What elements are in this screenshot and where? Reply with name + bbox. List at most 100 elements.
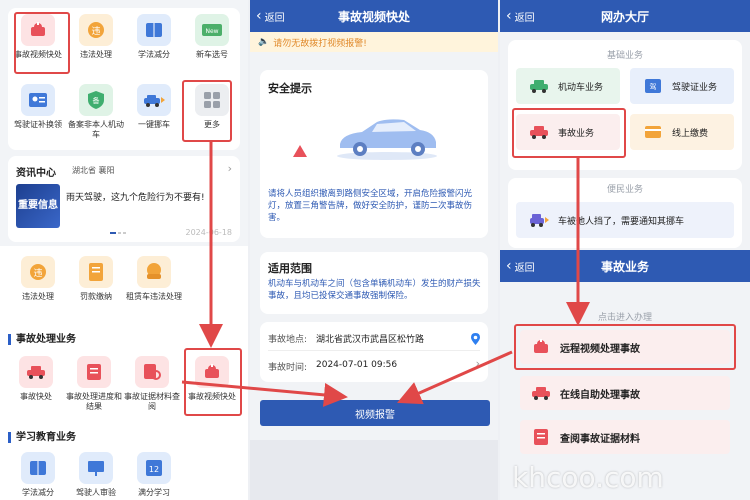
video-alarm-label: 视频报警	[355, 409, 395, 421]
study-item-score[interactable]: 12 满分学习	[126, 452, 182, 498]
back-label: 返回	[514, 12, 535, 24]
grid-item-label: 违法处理	[80, 50, 112, 59]
online-self-service-label: 在线自助处理事故	[560, 389, 640, 401]
study-item-review[interactable]: 驾驶人审验	[68, 452, 124, 498]
car-accident-icon	[19, 356, 53, 388]
accident-item-progress[interactable]: 事故处理进度和结果	[66, 356, 122, 412]
license-business-label: 驾驶证业务	[672, 82, 718, 93]
accident-item-label: 事故证据材料查阅	[124, 392, 180, 411]
time-value[interactable]: 2024-07-01 09:56	[316, 360, 397, 370]
study-item-label: 学法减分	[22, 488, 54, 497]
highlight-more	[182, 80, 232, 142]
service-hall-panel: ‹ 返回 网办大厅 基础业务 机动车业务 驾 驾驶证业务 事故业务 线上缴费 便民…	[500, 0, 750, 500]
convenience-card: 便民业务 车被他人挡了，需要通知其挪车	[508, 178, 742, 248]
grid-item-register[interactable]: 备 备案非本人机动车	[68, 84, 124, 140]
grid-item-new-car[interactable]: New 新车选号	[184, 14, 240, 60]
progress-icon	[77, 356, 111, 388]
shield-icon: 备	[79, 84, 113, 116]
sub-back-button[interactable]: ‹ 返回	[506, 258, 535, 274]
row-item-fine[interactable]: 罚款缴纳	[68, 256, 124, 302]
payment-label: 线上缴费	[672, 128, 709, 139]
chevron-right-icon[interactable]: ›	[228, 162, 232, 175]
grid-item-license[interactable]: 驾驶证补换领	[10, 84, 66, 130]
accident-item-evidence[interactable]: 事故证据材料查阅	[124, 356, 180, 412]
payment-icon	[642, 123, 664, 141]
car-accident-icon	[530, 384, 552, 402]
payment-button[interactable]: 线上缴费	[630, 114, 734, 150]
row-item-label: 违法处理	[22, 292, 54, 301]
safety-title: 安全提示	[268, 82, 312, 95]
license-business-button[interactable]: 驾 驾驶证业务	[630, 68, 734, 104]
page-title: 网办大厅	[600, 9, 649, 24]
time-label: 事故时间:	[268, 363, 308, 373]
row-item-violation[interactable]: 违 违法处理	[10, 256, 66, 302]
location-label: 事故地点:	[268, 335, 308, 345]
chevron-right-icon[interactable]: ›	[476, 357, 480, 370]
grid-item-label: 驾驶证补换领	[14, 120, 62, 129]
location-value[interactable]: 湖北省武汉市武昌区松竹路	[316, 332, 424, 345]
car-illustration	[337, 119, 437, 160]
grid-item-study[interactable]: 学法减分	[126, 14, 182, 60]
back-label: 返回	[514, 262, 535, 274]
online-self-service-button[interactable]: 在线自助处理事故	[520, 376, 730, 410]
move-car-icon	[528, 211, 550, 229]
book-icon	[137, 14, 171, 46]
highlight-accident-video	[184, 348, 242, 416]
row-item-rental[interactable]: 租赁车违法处理	[126, 256, 182, 302]
move-car-button[interactable]: 车被他人挡了，需要通知其挪车	[516, 202, 734, 238]
section-accident-title: 事故处理业务	[8, 334, 76, 345]
accident-item-label: 事故处理进度和结果	[66, 392, 122, 411]
svg-text:驾: 驾	[650, 82, 657, 91]
vehicle-business-button[interactable]: 机动车业务	[516, 68, 620, 104]
accident-business-screen: ‹ 返回 事故业务 点击进入办理 远程视频处理事故 在线自助处理事故 查阅事故证据…	[500, 250, 750, 500]
sub-page-title: 事故业务	[600, 259, 649, 274]
location-pin-icon[interactable]	[471, 330, 480, 345]
review-icon	[79, 452, 113, 484]
news-title: 资讯中心	[16, 168, 56, 179]
highlight-video-accident	[14, 12, 70, 74]
bottom-space	[250, 440, 498, 500]
news-date: 2024-06-18	[185, 228, 233, 237]
license-icon	[21, 84, 55, 116]
back-button[interactable]: ‹ 返回	[256, 8, 285, 24]
news-location[interactable]: 湖北省 襄阳	[72, 165, 115, 176]
highlight-remote-video	[514, 324, 736, 370]
chevron-left-icon: ‹	[506, 8, 512, 24]
violation-icon: 违	[79, 14, 113, 46]
highlight-accident-business	[512, 108, 626, 158]
study-item-law[interactable]: 学法减分	[10, 452, 66, 498]
sub-header-bar: ‹ 返回 事故业务	[500, 250, 750, 282]
study-item-label: 满分学习	[138, 488, 170, 497]
video-accident-panel: ‹ 返回 事故视频快处 🔈 请勿无故拨打视频报警! 安全提示 请将人员组织撤离到路…	[250, 0, 498, 500]
accident-item-label: 事故快处	[20, 392, 52, 401]
watermark: khcoo.com	[512, 461, 664, 494]
back-label: 返回	[264, 12, 285, 24]
evidence-icon	[530, 428, 552, 446]
move-car-label: 车被他人挡了，需要通知其挪车	[558, 216, 685, 227]
svg-text:违: 违	[33, 268, 42, 279]
evidence-query-button[interactable]: 查阅事故证据材料	[520, 420, 730, 454]
fine-icon	[79, 256, 113, 288]
accident-item-quick[interactable]: 事故快处	[8, 356, 64, 402]
move-car-icon	[137, 84, 171, 116]
scope-title: 适用范围	[268, 262, 312, 275]
evidence-icon	[135, 356, 169, 388]
notice-bar: 🔈 请勿无故拨打视频报警!	[250, 32, 498, 52]
car-icon	[528, 77, 550, 95]
grid-item-violation[interactable]: 违 违法处理	[68, 14, 124, 60]
scope-text: 机动车与机动车之间（包含单辆机动车）发生的财产损失事故，且均已投保交通事故强制保…	[268, 279, 481, 301]
back-button[interactable]: ‹ 返回	[506, 8, 535, 24]
header-bar: ‹ 返回 网办大厅	[500, 0, 750, 32]
carousel-dots	[110, 232, 126, 234]
grid-item-label: 一键挪车	[138, 120, 170, 129]
header-bar: ‹ 返回 事故视频快处	[250, 0, 498, 32]
convenience-label: 便民业务	[606, 185, 643, 195]
chevron-left-icon: ‹	[506, 258, 512, 274]
news-headline[interactable]: 雨天驾驶，这九个危险行为不要有!	[66, 190, 232, 203]
vehicle-business-label: 机动车业务	[558, 82, 604, 93]
study-item-label: 驾驶人审验	[76, 488, 116, 497]
video-alarm-button[interactable]: 视频报警	[260, 400, 490, 426]
services-panel: 事故视频快处 违 违法处理 学法减分 New 新车选号 驾驶证补换领 备 备案非…	[0, 0, 248, 500]
grid-item-move-car[interactable]: 一键挪车	[126, 84, 182, 130]
warning-triangle-icon	[293, 145, 307, 157]
